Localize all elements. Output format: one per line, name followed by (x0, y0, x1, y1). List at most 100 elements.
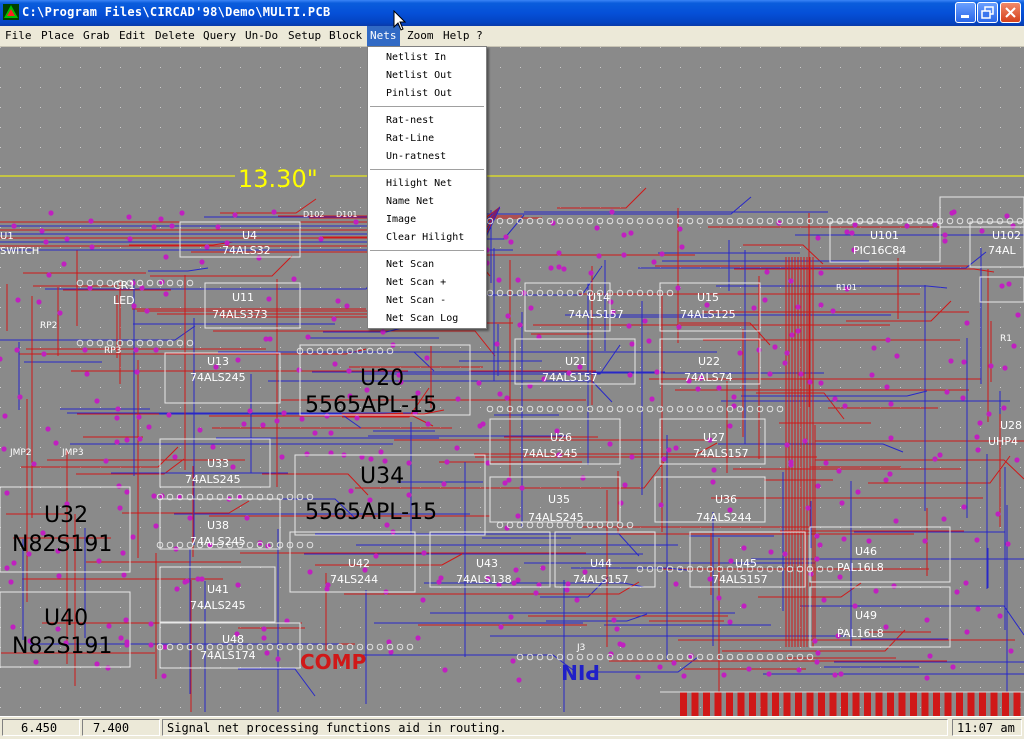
status-bar: 6.450 7.400 Signal net processing functi… (0, 716, 1024, 739)
menu-bar: File Place Grab Edit Delete Query Un-Do … (0, 26, 1024, 47)
silkscreen-refdes-label: U42 (348, 557, 370, 570)
y-coordinate-readout: 7.400 (82, 719, 160, 736)
silkscreen-part-label: 74ALS157 (573, 573, 629, 586)
silkscreen-part-label: 74ALS244 (696, 511, 752, 524)
pcb-board-drawing[interactable]: 13.30" U1 SWITCH U4 74ALS32 D102 D101 CR1 LED RP… (0, 47, 1024, 716)
status-clock: 11:07 am (952, 719, 1022, 736)
silkscreen-part-label: 74ALS157 (542, 371, 598, 384)
silkscreen-refdes-label: U38 (207, 519, 229, 532)
silkscreen-refdes-label: U35 (548, 493, 570, 506)
status-message: Signal net processing functions aid in r… (162, 719, 948, 736)
silkscreen-part-label: SWITCH (0, 246, 39, 257)
silkscreen-part-label: 74ALS174 (200, 649, 256, 662)
silkscreen-refdes-label: D101 (336, 210, 357, 219)
close-icon (1005, 7, 1016, 18)
menu-file[interactable]: File (2, 26, 35, 46)
menu-item-clear-hilight[interactable]: Clear Hilight (386, 232, 464, 243)
silkscreen-part-label: 74ALS157 (712, 573, 768, 586)
silkscreen-refdes-label: U48 (222, 633, 244, 646)
silkscreen-refdes-label: U15 (697, 291, 719, 304)
menu-item-net-scan-minus[interactable]: Net Scan - (386, 295, 446, 306)
silkscreen-part-label: 5565APL-15 (305, 393, 437, 418)
menu-item-netlist-in[interactable]: Netlist In (386, 52, 446, 63)
menu-grab[interactable]: Grab (80, 26, 113, 46)
silkscreen-part-label: 74ALS245 (185, 473, 241, 486)
silkscreen-refdes-label: JMP2 (9, 448, 32, 458)
silkscreen-refdes-label: U26 (550, 431, 572, 444)
silkscreen-part-label: 74LS244 (330, 573, 378, 586)
silkscreen-refdes-label: U11 (232, 291, 254, 304)
menu-item-net-scan[interactable]: Net Scan (386, 259, 434, 270)
silkscreen-part-label: 74ALS125 (680, 308, 736, 321)
menu-item-rat-line[interactable]: Rat-Line (386, 133, 434, 144)
silkscreen-part-label: 74ALS245 (190, 599, 246, 612)
silkscreen-refdes-label: U28 (1000, 419, 1022, 432)
menu-edit[interactable]: Edit (116, 26, 149, 46)
menu-separator (370, 106, 484, 107)
pcb-canvas[interactable]: 13.30" U1 SWITCH U4 74ALS32 D102 D101 CR1 LED RP… (0, 47, 1024, 716)
silkscreen-refdes-label: U34 (360, 464, 404, 489)
silkscreen-refdes-label: J3 (576, 643, 585, 653)
silkscreen-refdes-label: U45 (735, 557, 757, 570)
menu-item-net-scan-log[interactable]: Net Scan Log (386, 313, 458, 324)
silkscreen-refdes-label: D102 (303, 210, 324, 219)
silkscreen-refdes-label: U27 (703, 431, 725, 444)
menu-item-net-scan-plus[interactable]: Net Scan + (386, 277, 446, 288)
silkscreen-part-label: 74ALS74 (684, 371, 733, 384)
silkscreen-refdes-label: U21 (565, 355, 587, 368)
silkscreen-part-label: 74ALS373 (212, 308, 268, 321)
silkscreen-refdes-label: U49 (855, 609, 877, 622)
minimize-button[interactable] (955, 2, 976, 23)
menu-item-image[interactable]: Image (386, 214, 416, 225)
menu-item-netlist-out[interactable]: Netlist Out (386, 70, 452, 81)
silkscreen-refdes-label: U22 (698, 355, 720, 368)
silkscreen-part-label: 74ALS245 (190, 535, 246, 548)
silkscreen-part-label: N82S191 (12, 532, 112, 557)
silkscreen-refdes-label: U4 (242, 229, 257, 242)
minimize-icon (961, 15, 969, 18)
menu-place[interactable]: Place (38, 26, 77, 46)
silkscreen-refdes-label: U20 (360, 366, 404, 391)
edge-connector (660, 691, 1024, 716)
menu-undo[interactable]: Un-Do (242, 26, 281, 46)
silkscreen-part-label: 74ALS245 (528, 511, 584, 524)
title-bar: C:\Program Files\CIRCAD'98\Demo\MULTI.PC… (0, 0, 1024, 26)
menu-setup[interactable]: Setup (285, 26, 324, 46)
menu-help[interactable]: Help ? (440, 26, 486, 46)
restore-icon (981, 6, 994, 19)
circad-app-icon[interactable] (3, 4, 19, 20)
silkscreen-refdes-label: U46 (855, 545, 877, 558)
menu-separator (370, 250, 484, 251)
silkscreen-refdes-label: U44 (590, 557, 612, 570)
menu-delete[interactable]: Delete (152, 26, 198, 46)
restore-button[interactable] (977, 2, 998, 23)
menu-item-un-ratnest[interactable]: Un-ratnest (386, 151, 446, 162)
menu-separator (370, 169, 484, 170)
silkscreen-refdes-label: U101 (870, 229, 899, 242)
silkscreen-part-label: 74ALS32 (222, 244, 271, 257)
nets-dropdown-menu: Netlist In Netlist Out Pinlist Out Rat-n… (367, 46, 487, 329)
silkscreen-part-label: 74ALS245 (522, 447, 578, 460)
silkscreen-refdes-label: U36 (715, 493, 737, 506)
menu-item-name-net[interactable]: Name Net (386, 196, 434, 207)
silkscreen-part-label: UHP4 (988, 435, 1018, 448)
x-coordinate-readout: 6.450 (2, 719, 80, 736)
menu-item-pinlist-out[interactable]: Pinlist Out (386, 88, 452, 99)
silkscreen-refdes-label: RP3 (104, 346, 121, 356)
menu-query[interactable]: Query (200, 26, 239, 46)
menu-item-rat-nest[interactable]: Rat-nest (386, 115, 434, 126)
silkscreen-refdes-label: U1 (0, 231, 14, 242)
silkscreen-part-label: PAL16L8 (837, 561, 884, 574)
silkscreen-part-label: LED (113, 294, 135, 307)
menu-zoom[interactable]: Zoom (404, 26, 437, 46)
silkscreen-refdes-label: R101 (836, 283, 857, 292)
menu-item-hilight-net[interactable]: Hilight Net (386, 178, 452, 189)
menu-block[interactable]: Block (326, 26, 365, 46)
silkscreen-refdes-label: U41 (207, 583, 229, 596)
silkscreen-refdes-label: U102 (992, 229, 1021, 242)
silkscreen-refdes-label: U33 (207, 457, 229, 470)
silkscreen-part-label: N82S191 (12, 634, 112, 659)
close-button[interactable] (1000, 2, 1021, 23)
window-title: C:\Program Files\CIRCAD'98\Demo\MULTI.PC… (22, 5, 331, 19)
comp-layer-label: COMP (300, 650, 366, 674)
